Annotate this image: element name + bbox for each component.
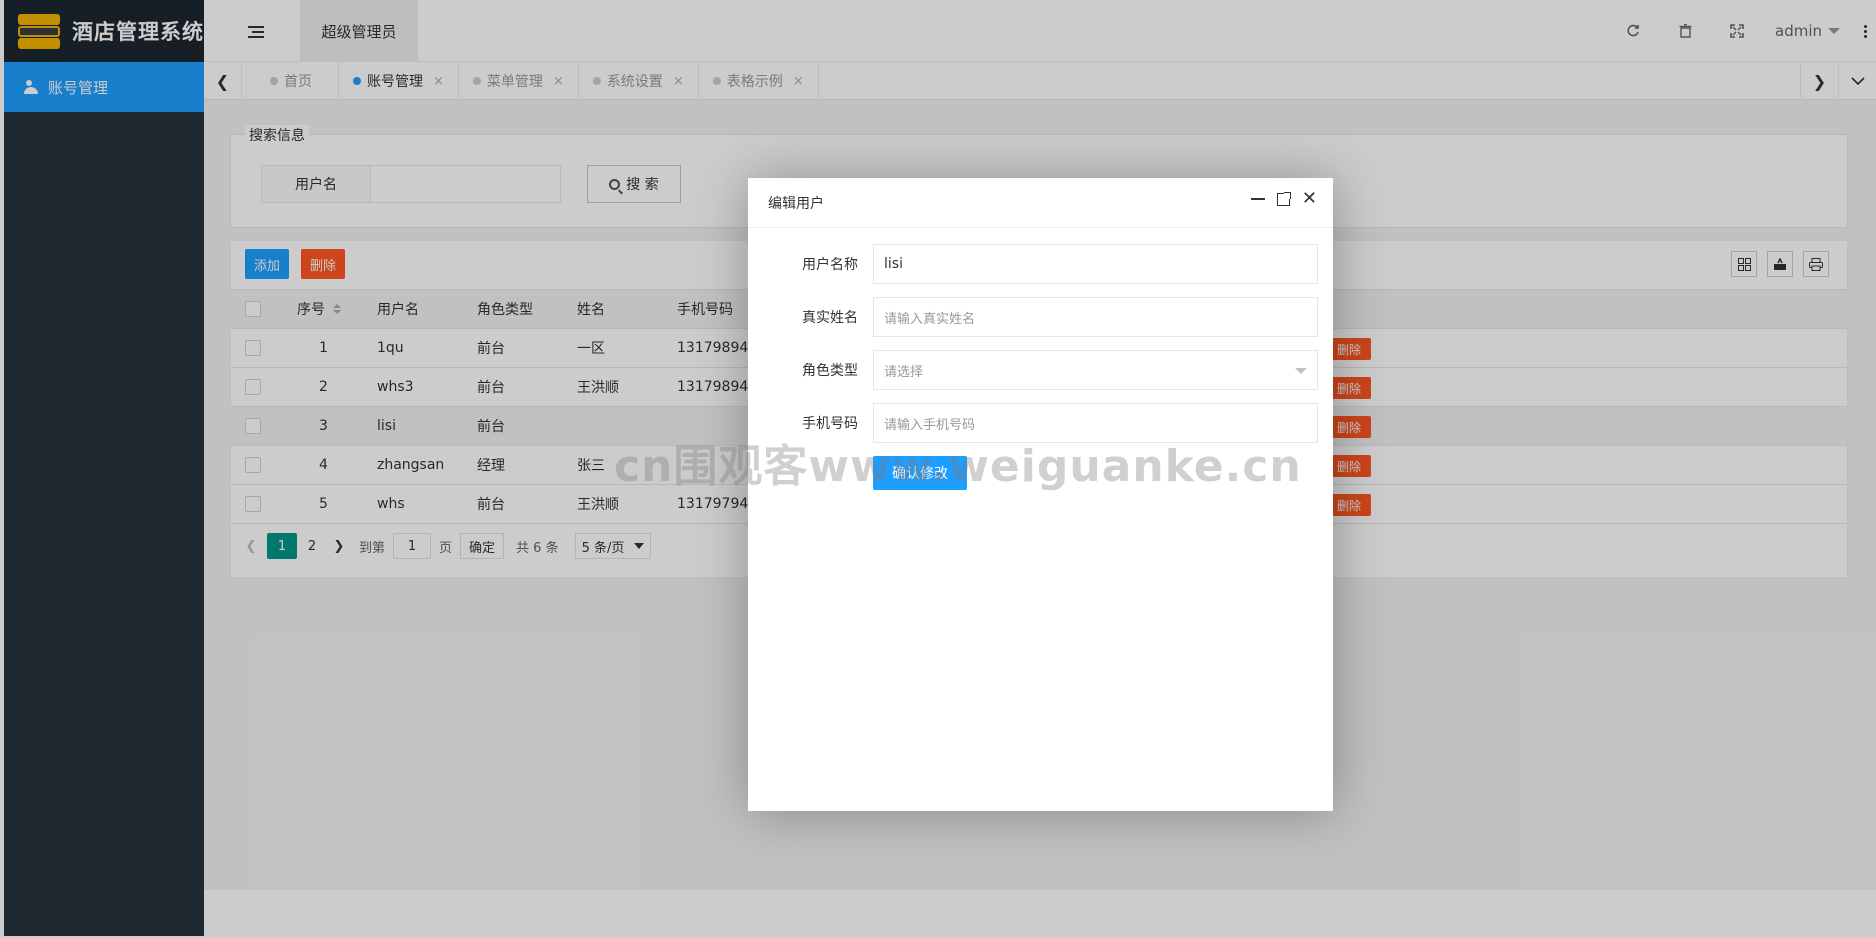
form-row-role: 角色类型 请选择 — [748, 350, 1333, 390]
dialog-controls: ✕ — [1250, 190, 1317, 208]
role-select[interactable]: 请选择 — [873, 350, 1318, 390]
form-row-username: 用户名称 lisi — [748, 244, 1333, 284]
role-select-placeholder: 请选择 — [884, 364, 924, 380]
realname-label: 真实姓名 — [802, 310, 858, 326]
chevron-down-icon — [1295, 368, 1307, 374]
role-label: 角色类型 — [802, 363, 858, 379]
watermark: cn围观客www.weiguanke.cn — [614, 441, 1302, 492]
close-icon[interactable]: ✕ — [1302, 190, 1317, 208]
dialog-title: 编辑用户 — [748, 178, 1333, 228]
maximize-icon[interactable] — [1276, 191, 1291, 206]
username-field[interactable]: lisi — [873, 244, 1318, 284]
edit-user-dialog: 编辑用户 ✕ 用户名称 lisi 真实姓名 请输入真实姓名 角色类型 请选择 手… — [748, 178, 1333, 811]
form-row-realname: 真实姓名 请输入真实姓名 — [748, 297, 1333, 337]
realname-field[interactable]: 请输入真实姓名 — [873, 297, 1318, 337]
username-label: 用户名称 — [802, 257, 858, 273]
minimize-icon[interactable] — [1250, 198, 1265, 200]
